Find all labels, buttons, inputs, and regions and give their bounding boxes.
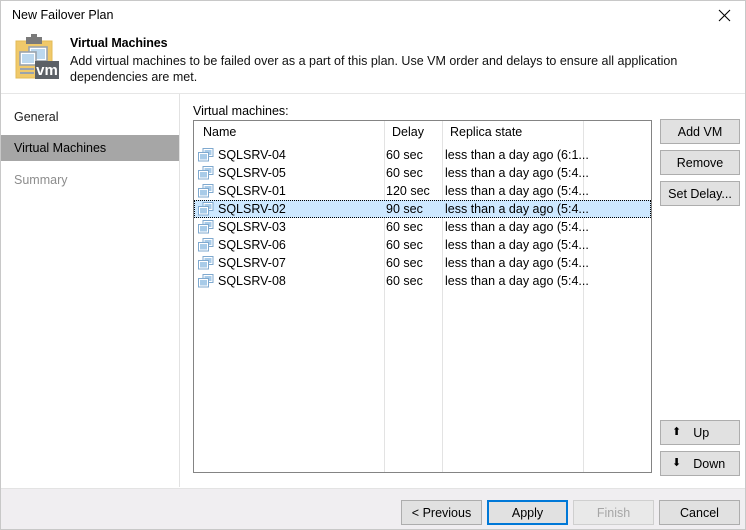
cell-delay: 120 sec	[386, 183, 430, 199]
cell-name: SQLSRV-08	[218, 273, 286, 289]
sidebar-item-general[interactable]: General	[1, 104, 179, 130]
cancel-button-label: Cancel	[680, 506, 719, 520]
cell-delay: 60 sec	[386, 255, 423, 271]
table-row[interactable]: SQLSRV-07 60 sec less than a day ago (5:…	[194, 254, 651, 272]
cell-replica-state: less than a day ago (5:4...	[445, 183, 589, 199]
sidebar-item-label: General	[14, 110, 58, 124]
list-rows: SQLSRV-04 60 sec less than a day ago (6:…	[194, 146, 651, 290]
add-vm-button-label: Add VM	[678, 125, 722, 139]
remove-button-label: Remove	[677, 156, 724, 170]
sidebar-divider	[179, 94, 180, 487]
previous-button[interactable]: < Previous	[401, 500, 482, 525]
move-up-button-label: Up	[693, 426, 709, 440]
virtual-machines-label: Virtual machines:	[193, 104, 289, 118]
cell-name: SQLSRV-05	[218, 165, 286, 181]
arrow-down-icon: ⬇	[672, 458, 681, 469]
set-delay-button-label: Set Delay...	[668, 187, 732, 201]
vm-icon	[198, 238, 214, 252]
close-icon[interactable]	[702, 1, 746, 30]
move-down-button-label: Down	[693, 457, 725, 471]
cell-delay: 60 sec	[386, 237, 423, 253]
cell-delay: 60 sec	[386, 273, 423, 289]
table-row[interactable]: SQLSRV-06 60 sec less than a day ago (5:…	[194, 236, 651, 254]
window-title: New Failover Plan	[12, 7, 113, 23]
column-header-replica-state[interactable]: Replica state	[450, 125, 522, 139]
sidebar-item-label: Virtual Machines	[14, 141, 106, 155]
vm-icon	[198, 184, 214, 198]
cell-replica-state: less than a day ago (5:4...	[445, 219, 589, 235]
table-row[interactable]: SQLSRV-03 60 sec less than a day ago (5:…	[194, 218, 651, 236]
cell-delay: 60 sec	[386, 165, 423, 181]
table-row[interactable]: SQLSRV-04 60 sec less than a day ago (6:…	[194, 146, 651, 164]
cell-name: SQLSRV-06	[218, 237, 286, 253]
apply-button-label: Apply	[512, 506, 543, 520]
set-delay-button[interactable]: Set Delay...	[660, 181, 740, 206]
move-down-button[interactable]: ⬇ Down	[660, 451, 740, 476]
title-bar: New Failover Plan	[1, 1, 746, 30]
svg-text:vm: vm	[36, 62, 58, 79]
vm-icon	[198, 220, 214, 234]
vm-icon	[198, 256, 214, 270]
cell-name: SQLSRV-02	[218, 201, 286, 217]
cell-replica-state: less than a day ago (5:4...	[445, 273, 589, 289]
cancel-button[interactable]: Cancel	[659, 500, 740, 525]
cell-replica-state: less than a day ago (5:4...	[445, 165, 589, 181]
cell-name: SQLSRV-03	[218, 219, 286, 235]
cell-replica-state: less than a day ago (6:1...	[445, 147, 589, 163]
dialog-footer: < Previous Apply Finish Cancel	[1, 489, 746, 530]
table-row[interactable]: SQLSRV-05 60 sec less than a day ago (5:…	[194, 164, 651, 182]
sidebar-item-label: Summary	[14, 173, 67, 187]
dialog-header: vm Virtual Machines Add virtual machines…	[1, 30, 746, 92]
wizard-step-sidebar: General Virtual Machines Summary	[1, 94, 179, 487]
failover-plan-vm-clipboard-icon: vm	[11, 33, 61, 83]
vm-icon	[198, 274, 214, 288]
table-row[interactable]: SQLSRV-01 120 sec less than a day ago (5…	[194, 182, 651, 200]
vm-icon	[198, 166, 214, 180]
finish-button[interactable]: Finish	[573, 500, 654, 525]
column-header-name[interactable]: Name	[203, 125, 236, 139]
table-row[interactable]: SQLSRV-08 60 sec less than a day ago (5:…	[194, 272, 651, 290]
cell-delay: 60 sec	[386, 147, 423, 163]
previous-button-label: < Previous	[412, 506, 471, 520]
page-description: Add virtual machines to be failed over a…	[70, 54, 740, 85]
cell-delay: 90 sec	[386, 201, 423, 217]
remove-button[interactable]: Remove	[660, 150, 740, 175]
table-row-selected[interactable]: SQLSRV-02 90 sec less than a day ago (5:…	[194, 200, 651, 218]
cell-replica-state: less than a day ago (5:4...	[445, 255, 589, 271]
move-up-button[interactable]: ⬆ Up	[660, 420, 740, 445]
cell-replica-state: less than a day ago (5:4...	[445, 201, 589, 217]
list-header-row: Name Delay Replica state	[194, 121, 651, 146]
apply-button[interactable]: Apply	[487, 500, 568, 525]
sidebar-item-virtual-machines[interactable]: Virtual Machines	[1, 135, 179, 161]
add-vm-button[interactable]: Add VM	[660, 119, 740, 144]
virtual-machines-list[interactable]: Name Delay Replica state SQLSRV-04	[193, 120, 652, 473]
new-failover-plan-dialog: New Failover Plan	[0, 0, 746, 530]
finish-button-label: Finish	[597, 506, 630, 520]
cell-name: SQLSRV-04	[218, 147, 286, 163]
cell-name: SQLSRV-07	[218, 255, 286, 271]
vm-icon	[198, 202, 214, 216]
arrow-up-icon: ⬆	[672, 427, 681, 438]
dialog-body: General Virtual Machines Summary Virtual…	[1, 94, 746, 487]
cell-name: SQLSRV-01	[218, 183, 286, 199]
cell-delay: 60 sec	[386, 219, 423, 235]
column-header-delay[interactable]: Delay	[392, 125, 424, 139]
cell-replica-state: less than a day ago (5:4...	[445, 237, 589, 253]
vm-icon	[198, 148, 214, 162]
page-title: Virtual Machines	[70, 36, 168, 50]
sidebar-item-summary[interactable]: Summary	[1, 167, 179, 193]
